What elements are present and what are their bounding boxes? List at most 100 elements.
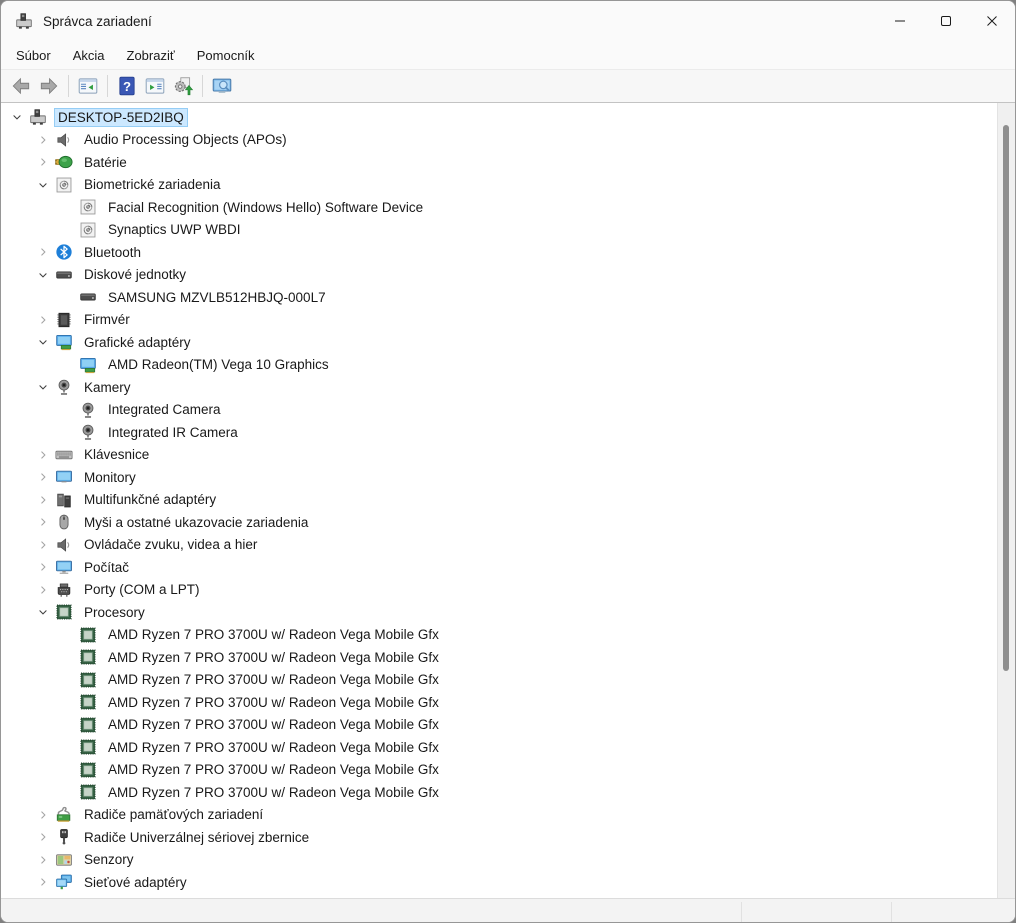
chevron-expanded-icon[interactable]	[31, 604, 55, 621]
toolbar-help-button[interactable]: ?	[113, 73, 141, 99]
svg-text:?: ?	[123, 79, 131, 94]
tree-item[interactable]: Diskové jednotky	[1, 264, 997, 287]
content-area: DESKTOP-5ED2IBQ Audio Processing Objects …	[1, 103, 1015, 898]
tree-item[interactable]: AMD Ryzen 7 PRO 3700U w/ Radeon Vega Mob…	[1, 714, 997, 737]
chevron-collapsed-icon[interactable]	[31, 131, 55, 148]
chevron-expanded-icon[interactable]	[31, 176, 55, 193]
chevron-expanded-icon[interactable]	[31, 379, 55, 396]
cpu-icon	[79, 761, 97, 778]
chevron-collapsed-icon[interactable]	[31, 446, 55, 463]
tree-item-label: AMD Ryzen 7 PRO 3700U w/ Radeon Vega Mob…	[104, 693, 443, 712]
minimize-button[interactable]	[877, 1, 923, 41]
window-title: Správca zariadení	[43, 14, 152, 29]
tree-item[interactable]: Procesory	[1, 601, 997, 624]
chevron-collapsed-icon[interactable]	[31, 874, 55, 891]
tree-item[interactable]: Porty (COM a LPT)	[1, 579, 997, 602]
toolbar-back-button[interactable]	[7, 73, 35, 99]
chevron-spacer	[55, 626, 79, 643]
chevron-collapsed-icon[interactable]	[31, 806, 55, 823]
tree-item[interactable]: AMD Ryzen 7 PRO 3700U w/ Radeon Vega Mob…	[1, 669, 997, 692]
chevron-collapsed-icon[interactable]	[31, 581, 55, 598]
tree-item[interactable]: AMD Ryzen 7 PRO 3700U w/ Radeon Vega Mob…	[1, 781, 997, 804]
tree-item[interactable]: Integrated IR Camera	[1, 421, 997, 444]
tree-item[interactable]: Myši a ostatné ukazovacie zariadenia	[1, 511, 997, 534]
chevron-expanded-icon[interactable]	[31, 266, 55, 283]
tree-item[interactable]: Klávesnice	[1, 444, 997, 467]
tree-item[interactable]: Senzory	[1, 849, 997, 872]
tree-item[interactable]: Bluetooth	[1, 241, 997, 264]
tree-item[interactable]: AMD Ryzen 7 PRO 3700U w/ Radeon Vega Mob…	[1, 759, 997, 782]
chevron-collapsed-icon[interactable]	[31, 154, 55, 171]
menu-subor[interactable]: Súbor	[5, 45, 62, 66]
cpu-icon	[79, 739, 97, 756]
fingerprint-icon	[79, 221, 97, 238]
chevron-collapsed-icon[interactable]	[31, 829, 55, 846]
chevron-expanded-icon[interactable]	[31, 334, 55, 351]
tree-item[interactable]: Ovládače zvuku, videa a hier	[1, 534, 997, 557]
tree-item[interactable]: Multifunkčné adaptéry	[1, 489, 997, 512]
chevron-collapsed-icon[interactable]	[31, 514, 55, 531]
tree-item[interactable]: Firmvér	[1, 309, 997, 332]
tree-item-label: Grafické adaptéry	[80, 333, 195, 352]
tree-item[interactable]: AMD Radeon(TM) Vega 10 Graphics	[1, 354, 997, 377]
toolbar-show-action-pane-button[interactable]	[141, 73, 169, 99]
chevron-expanded-icon[interactable]	[5, 109, 29, 126]
tree-item-label: Integrated Camera	[104, 400, 225, 419]
tree-item-label: DESKTOP-5ED2IBQ	[54, 108, 188, 127]
tree-item[interactable]: AMD Ryzen 7 PRO 3700U w/ Radeon Vega Mob…	[1, 646, 997, 669]
tree-item-label: Audio Processing Objects (APOs)	[80, 130, 291, 149]
chevron-collapsed-icon[interactable]	[31, 244, 55, 261]
console-tree-icon	[77, 75, 99, 97]
tree-item[interactable]: AMD Ryzen 7 PRO 3700U w/ Radeon Vega Mob…	[1, 691, 997, 714]
toolbar-update-driver-button[interactable]	[169, 73, 197, 99]
tree-item[interactable]: SAMSUNG MZVLB512HBJQ-000L7	[1, 286, 997, 309]
tree-item[interactable]: Synaptics UWP WBDI	[1, 219, 997, 242]
tree-item[interactable]: Facial Recognition (Windows Hello) Softw…	[1, 196, 997, 219]
scrollbar-thumb[interactable]	[1003, 125, 1009, 671]
chevron-collapsed-icon[interactable]	[31, 311, 55, 328]
tree-item[interactable]: Radiče pamäťových zariadení	[1, 804, 997, 827]
cpu-icon	[79, 626, 97, 643]
tree-item[interactable]: Audio Processing Objects (APOs)	[1, 129, 997, 152]
menu-pomocnik[interactable]: Pomocník	[186, 45, 266, 66]
tree-item[interactable]: Monitory	[1, 466, 997, 489]
tree-item-label: AMD Radeon(TM) Vega 10 Graphics	[104, 355, 333, 374]
port-icon	[55, 581, 73, 598]
computer-icon	[29, 109, 47, 126]
tree-item[interactable]: Radiče Univerzálnej sériovej zbernice	[1, 826, 997, 849]
arrow-right-icon	[38, 75, 60, 97]
toolbar-toggle-console-tree-button[interactable]	[74, 73, 102, 99]
chevron-collapsed-icon[interactable]	[31, 536, 55, 553]
tree-item[interactable]: Biometrické zariadenia	[1, 174, 997, 197]
toolbar-forward-button[interactable]	[35, 73, 63, 99]
tree-item[interactable]: AMD Ryzen 7 PRO 3700U w/ Radeon Vega Mob…	[1, 736, 997, 759]
tree-item-label: Porty (COM a LPT)	[80, 580, 204, 599]
tree-item-label: Synaptics UWP WBDI	[104, 220, 245, 239]
close-button[interactable]	[969, 1, 1015, 41]
chevron-collapsed-icon[interactable]	[31, 559, 55, 576]
fingerprint-icon	[79, 199, 97, 216]
menu-zobrazit[interactable]: Zobraziť	[116, 45, 186, 66]
menu-akcia[interactable]: Akcia	[62, 45, 116, 66]
tree-item[interactable]: Počítač	[1, 556, 997, 579]
tree-item[interactable]: Integrated Camera	[1, 399, 997, 422]
arrow-left-icon	[10, 75, 32, 97]
tree-item[interactable]: Grafické adaptéry	[1, 331, 997, 354]
maximize-button[interactable]	[923, 1, 969, 41]
chevron-collapsed-icon[interactable]	[31, 469, 55, 486]
tree-item[interactable]: AMD Ryzen 7 PRO 3700U w/ Radeon Vega Mob…	[1, 624, 997, 647]
tree-item[interactable]: Sieťové adaptéry	[1, 871, 997, 894]
tree-item[interactable]: Kamery	[1, 376, 997, 399]
vertical-scrollbar[interactable]	[997, 103, 1015, 898]
gpu-icon	[55, 334, 73, 351]
cpu-icon	[79, 649, 97, 666]
tree-item-label: AMD Ryzen 7 PRO 3700U w/ Radeon Vega Mob…	[104, 670, 443, 689]
tree-item[interactable]: Batérie	[1, 151, 997, 174]
chevron-spacer	[55, 716, 79, 733]
chevron-collapsed-icon[interactable]	[31, 851, 55, 868]
tree-item[interactable]: DESKTOP-5ED2IBQ	[1, 106, 997, 129]
toolbar-scan-hardware-changes-button[interactable]	[208, 73, 236, 99]
chevron-collapsed-icon[interactable]	[31, 491, 55, 508]
monitor-icon	[55, 469, 73, 486]
disk-icon	[79, 289, 97, 306]
